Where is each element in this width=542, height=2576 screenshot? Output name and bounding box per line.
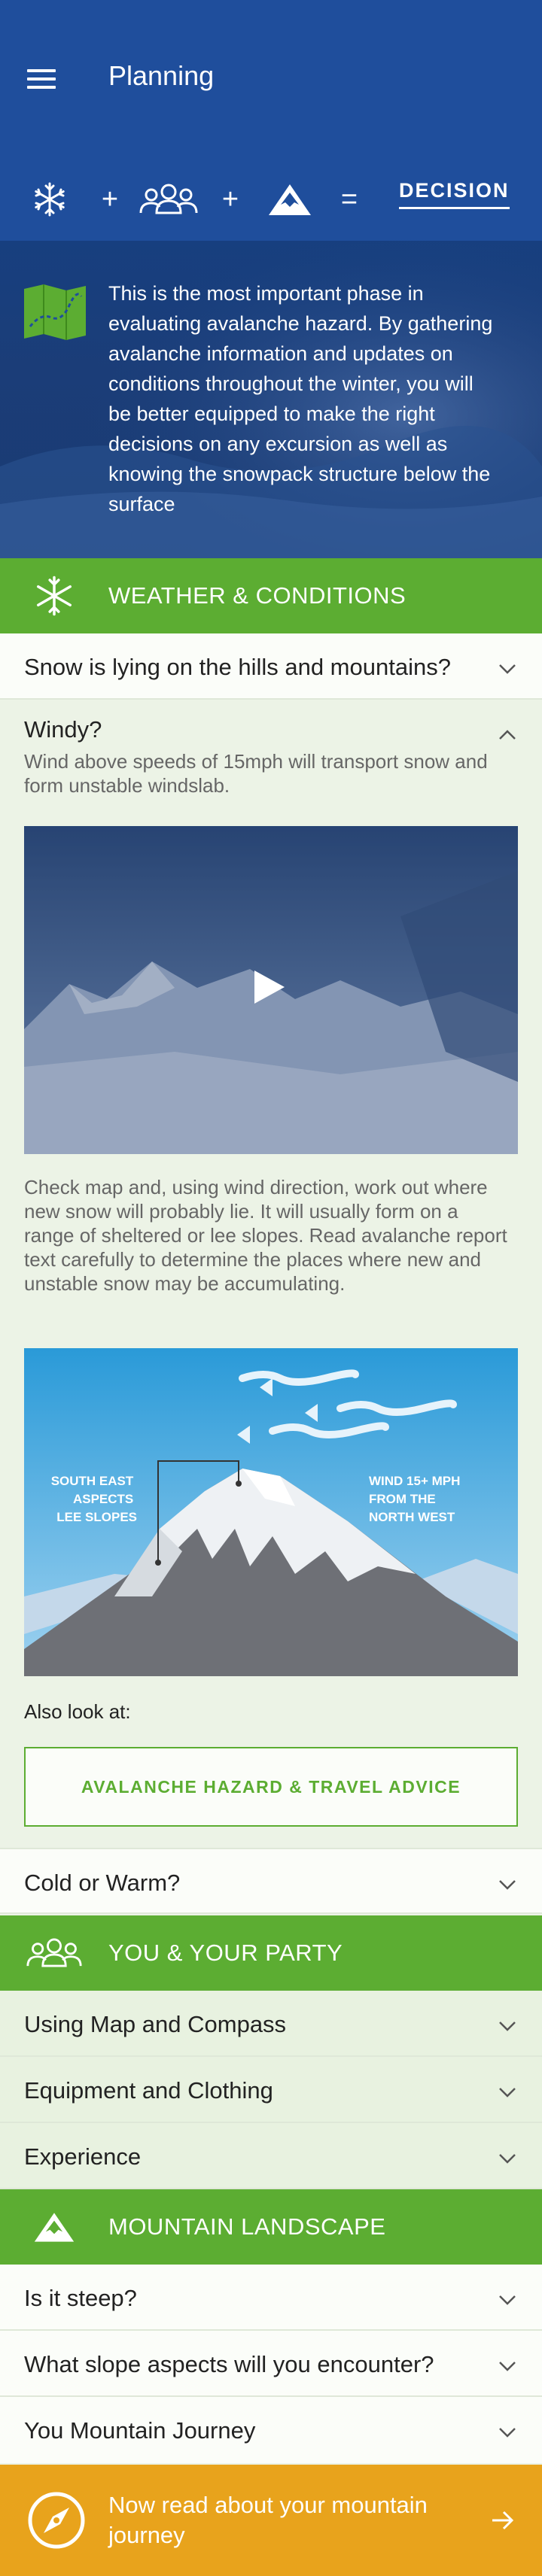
snowflake-icon	[37, 576, 72, 616]
accordion-row-map-compass[interactable]: Using Map and Compass	[0, 1991, 542, 2057]
decision-formula: + + = DECISION	[0, 158, 542, 241]
chevron-down-icon	[499, 664, 516, 674]
row-label: Cold or Warm?	[24, 1870, 181, 1896]
illustration-right-label-2: FROM THE	[369, 1492, 436, 1506]
illustration-right-label-1: WIND 15+ MPH	[369, 1474, 460, 1488]
mountain-icon	[263, 158, 316, 241]
also-look-label: Also look at:	[24, 1700, 131, 1723]
section-title: MOUNTAIN LANDSCAPE	[108, 2213, 386, 2240]
accordion-row-experience[interactable]: Experience	[0, 2123, 542, 2189]
compass-icon	[28, 2492, 85, 2549]
chevron-down-icon	[499, 2295, 516, 2305]
page-title: Planning	[108, 60, 215, 91]
intro-text: This is the most important phase in eval…	[108, 282, 493, 515]
equals-sign: =	[340, 183, 358, 215]
section-mountain-landscape[interactable]: MOUNTAIN LANDSCAPE	[0, 2189, 542, 2265]
row-label: Is it steep?	[24, 2285, 137, 2311]
accordion-row-steep[interactable]: Is it steep?	[0, 2265, 542, 2331]
illustration-left-label-2: ASPECTS	[73, 1492, 133, 1506]
chevron-down-icon	[499, 1880, 516, 1890]
section-title: WEATHER & CONDITIONS	[108, 582, 406, 609]
people-icon	[26, 1938, 82, 1967]
row-label: What slope aspects will you encounter?	[24, 2351, 434, 2377]
intro-banner: This is the most important phase in eval…	[0, 241, 542, 558]
video-player[interactable]	[24, 826, 518, 1154]
next-step-text: Now read about your mountain journey	[108, 2492, 428, 2548]
row-label: Equipment and Clothing	[24, 2077, 273, 2104]
accordion-row-cold-warm[interactable]: Cold or Warm?	[0, 1848, 542, 1914]
arrow-right-icon	[492, 2511, 514, 2530]
chevron-down-icon	[499, 2154, 516, 2164]
map-icon	[24, 284, 86, 340]
row-label: You Mountain Journey	[24, 2417, 256, 2444]
accordion-row-snow-lying[interactable]: Snow is lying on the hills and mountains…	[0, 633, 542, 700]
section-title: YOU & YOUR PARTY	[108, 1940, 343, 1966]
wind-lee-slope-illustration: SOUTH EAST ASPECTS LEE SLOPES WIND 15+ M…	[24, 1348, 518, 1676]
menu-icon[interactable]	[27, 69, 56, 89]
avalanche-hazard-button[interactable]: AVALANCHE HAZARD & TRAVEL ADVICE	[24, 1747, 518, 1827]
chevron-down-icon	[499, 2362, 516, 2371]
windy-description: Check map and, using wind direction, wor…	[24, 1176, 507, 1295]
snowflake-icon	[27, 158, 72, 241]
chevron-down-icon	[499, 2088, 516, 2098]
plus-sign: +	[101, 183, 119, 215]
app-bar: Planning	[0, 0, 542, 158]
play-icon[interactable]	[254, 971, 285, 1004]
row-label-windy[interactable]: Windy?	[24, 716, 102, 743]
chevron-up-icon[interactable]	[498, 727, 516, 745]
row-label: Using Map and Compass	[24, 2011, 287, 2037]
accordion-row-mountain-journey[interactable]: You Mountain Journey	[0, 2397, 542, 2463]
accordion-row-slope-aspects[interactable]: What slope aspects will you encounter?	[0, 2331, 542, 2397]
windy-subtitle: Wind above speeds of 15mph will transpor…	[24, 750, 488, 797]
mountain-icon	[34, 2213, 75, 2242]
section-you-your-party[interactable]: YOU & YOUR PARTY	[0, 1915, 542, 1991]
row-label: Experience	[24, 2143, 142, 2170]
next-step-banner[interactable]: Now read about your mountain journey	[0, 2465, 542, 2576]
chevron-down-icon	[499, 2428, 516, 2438]
chevron-down-icon	[499, 2022, 516, 2031]
row-label: Snow is lying on the hills and mountains…	[24, 654, 451, 680]
decision-link[interactable]: DECISION	[399, 179, 510, 209]
illustration-right-label-3: NORTH WEST	[369, 1510, 455, 1524]
people-icon	[139, 158, 199, 241]
accordion-row-equipment[interactable]: Equipment and Clothing	[0, 2057, 542, 2123]
plus-sign: +	[221, 183, 239, 215]
illustration-left-label-3: LEE SLOPES	[56, 1510, 137, 1524]
accordion-panel-windy: Windy? Wind above speeds of 15mph will t…	[0, 703, 542, 1848]
illustration-left-label-1: SOUTH EAST	[51, 1474, 134, 1488]
section-weather-conditions[interactable]: WEATHER & CONDITIONS	[0, 558, 542, 633]
